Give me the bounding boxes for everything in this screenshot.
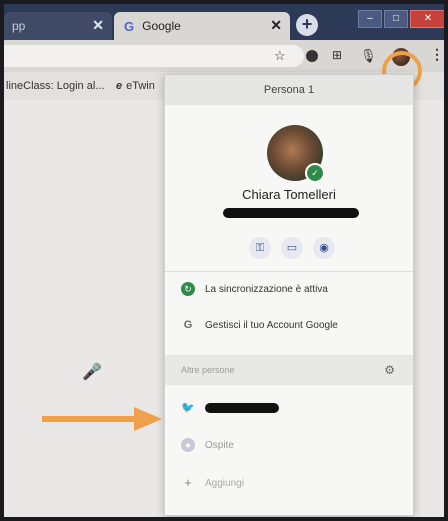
add-person-item[interactable]: + Aggiungi [165,469,413,497]
other-person-item[interactable]: 🐦 [165,393,413,423]
redacted-email [223,208,359,218]
menu-header: Persona 1 [165,75,413,105]
new-tab-button[interactable]: + [296,14,318,36]
sync-status-item[interactable]: ↻ La sincronizzazione è attiva [165,275,413,303]
profile-name: Chiara Tomelleri [242,187,336,202]
extension-grid-icon[interactable]: ⊞ [332,48,342,62]
redacted-person-name [205,403,279,413]
location-pin-icon[interactable]: ◉ [313,237,335,259]
microphone-extension-icon[interactable]: 🎙 [360,48,377,64]
bookmark-star-icon[interactable]: ☆ [274,48,286,64]
card-icon[interactable]: ▭ [281,237,303,259]
extension-circle-icon[interactable] [306,50,318,62]
key-icon[interactable]: ⚿ [249,237,271,259]
bookmark-item-etwin[interactable]: e eTwin [116,80,155,92]
other-people-label: Altre persone [181,365,235,375]
person-avatar-icon: 🐦 [181,402,195,414]
menu-dots-icon[interactable]: ⋮ [430,46,444,63]
manage-account-text: Gestisci il tuo Account Google [205,319,338,331]
pointer-arrow-annotation [42,407,162,431]
sync-text: La sincronizzazione è attiva [205,283,328,295]
tab-title: Google [142,19,181,33]
voice-search-icon[interactable]: 🎤 [82,362,102,382]
sync-icon: ↻ [181,282,195,296]
window-close-icon[interactable]: ✕ [410,10,444,28]
google-g-icon: G [183,319,193,331]
google-logo-icon: G [124,18,135,34]
close-icon[interactable]: ✕ [270,17,282,34]
profile-menu: Persona 1 ✓ Chiara Tomelleri ⚿ ▭ ◉ ↻ La … [164,74,414,516]
tab-title: pp [12,19,26,33]
tab-inactive[interactable]: pp ✕ [4,12,112,40]
quick-icons: ⚿ ▭ ◉ [249,237,345,259]
gear-icon[interactable]: ⚙ [384,355,395,385]
maximize-icon[interactable]: □ [384,10,408,28]
tab-strip: pp ✕ G Google ✕ + – □ ✕ [4,4,444,40]
manage-account-item[interactable]: G Gestisci il tuo Account Google [165,311,413,339]
bookmark-item[interactable]: lineClass: Login al... [6,80,104,92]
other-people-header: Altre persone ⚙ [165,355,413,385]
minimize-icon[interactable]: – [358,10,382,28]
plus-icon: + [184,475,192,490]
etwinning-icon: e [116,80,123,92]
guest-avatar-icon: ● [181,438,195,452]
guest-item[interactable]: ● Ospite [165,431,413,459]
toolbar: ☆ ⊞ 🎙 ⋮ [4,40,444,72]
tab-google[interactable]: G Google ✕ [114,12,290,40]
browser-screen: pp ✕ G Google ✕ + – □ ✕ ☆ ⊞ 🎙 ⋮ lineClas… [4,4,444,517]
window-controls: – □ ✕ [356,10,444,28]
guest-label: Ospite [205,439,234,451]
add-label: Aggiungi [205,477,244,489]
close-icon[interactable]: ✕ [92,17,104,34]
divider [165,271,413,272]
bookmark-label: eTwin [126,80,155,92]
sync-badge-icon: ✓ [305,163,325,183]
address-bar[interactable] [4,45,304,67]
